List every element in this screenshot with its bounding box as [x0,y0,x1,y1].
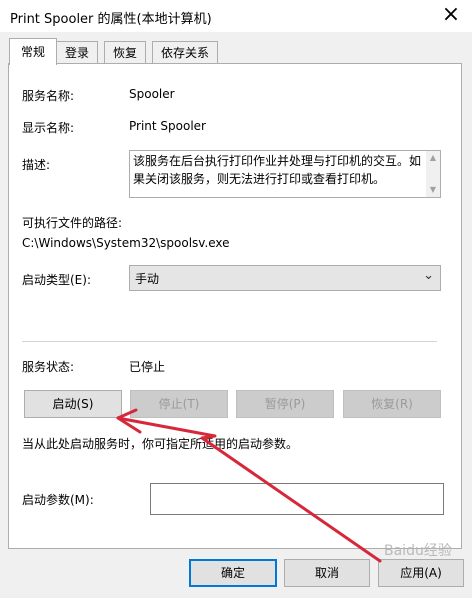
start-button[interactable]: 启动(S) [24,390,122,418]
start-params-hint: 当从此处启动服务时，你可指定所适用的启动参数。 [22,437,299,451]
window-title: Print Spooler 的属性(本地计算机) [10,12,212,27]
cancel-button[interactable]: 取消 [284,559,370,587]
chevron-down-icon: ⌄ [423,268,434,283]
display-name-label: 显示名称: [22,121,75,135]
start-params-label: 启动参数(M): [22,493,94,507]
tab-logon[interactable]: 登录 [56,41,98,64]
pause-button[interactable]: 暂停(P) [236,390,334,418]
display-name-value: Print Spooler [129,119,206,133]
tab-dependencies[interactable]: 依存关系 [152,41,218,64]
service-name-label: 服务名称: [22,89,75,103]
ok-button[interactable]: 确定 [189,559,277,587]
exe-path-value: C:\Windows\System32\spoolsv.exe [22,236,230,250]
service-name-value: Spooler [129,87,175,101]
service-status-label: 服务状态: [22,360,75,374]
scroll-down-icon[interactable]: ▼ [426,185,440,194]
tab-recovery[interactable]: 恢复 [104,41,146,64]
description-text: 该服务在后台执行打印作业并处理与打印机的交互。如果关闭该服务，则无法进行打印或查… [133,154,422,186]
startup-type-value: 手动 [135,272,160,286]
startup-type-label: 启动类型(E): [22,273,91,287]
tab-general[interactable]: 常规 [9,38,57,65]
scroll-up-icon[interactable]: ▲ [426,153,440,162]
apply-button[interactable]: 应用(A) [378,559,464,587]
description-box[interactable]: 该服务在后台执行打印作业并处理与打印机的交互。如果关闭该服务，则无法进行打印或查… [129,150,441,198]
close-icon[interactable]: × [436,2,466,28]
startup-type-select[interactable]: 手动 ⌄ [129,265,441,291]
divider [22,341,437,342]
general-panel [8,63,462,549]
exe-path-label: 可执行文件的路径: [22,216,123,230]
service-status-value: 已停止 [129,360,166,374]
resume-button[interactable]: 恢复(R) [343,390,441,418]
stop-button[interactable]: 停止(T) [130,390,228,418]
watermark-logo: Baidu经验 [384,543,452,559]
description-scrollbar[interactable]: ▲ ▼ [426,151,440,197]
description-label: 描述: [22,158,51,172]
start-params-input[interactable] [150,483,444,515]
title-bar: Print Spooler 的属性(本地计算机) × [0,0,472,32]
